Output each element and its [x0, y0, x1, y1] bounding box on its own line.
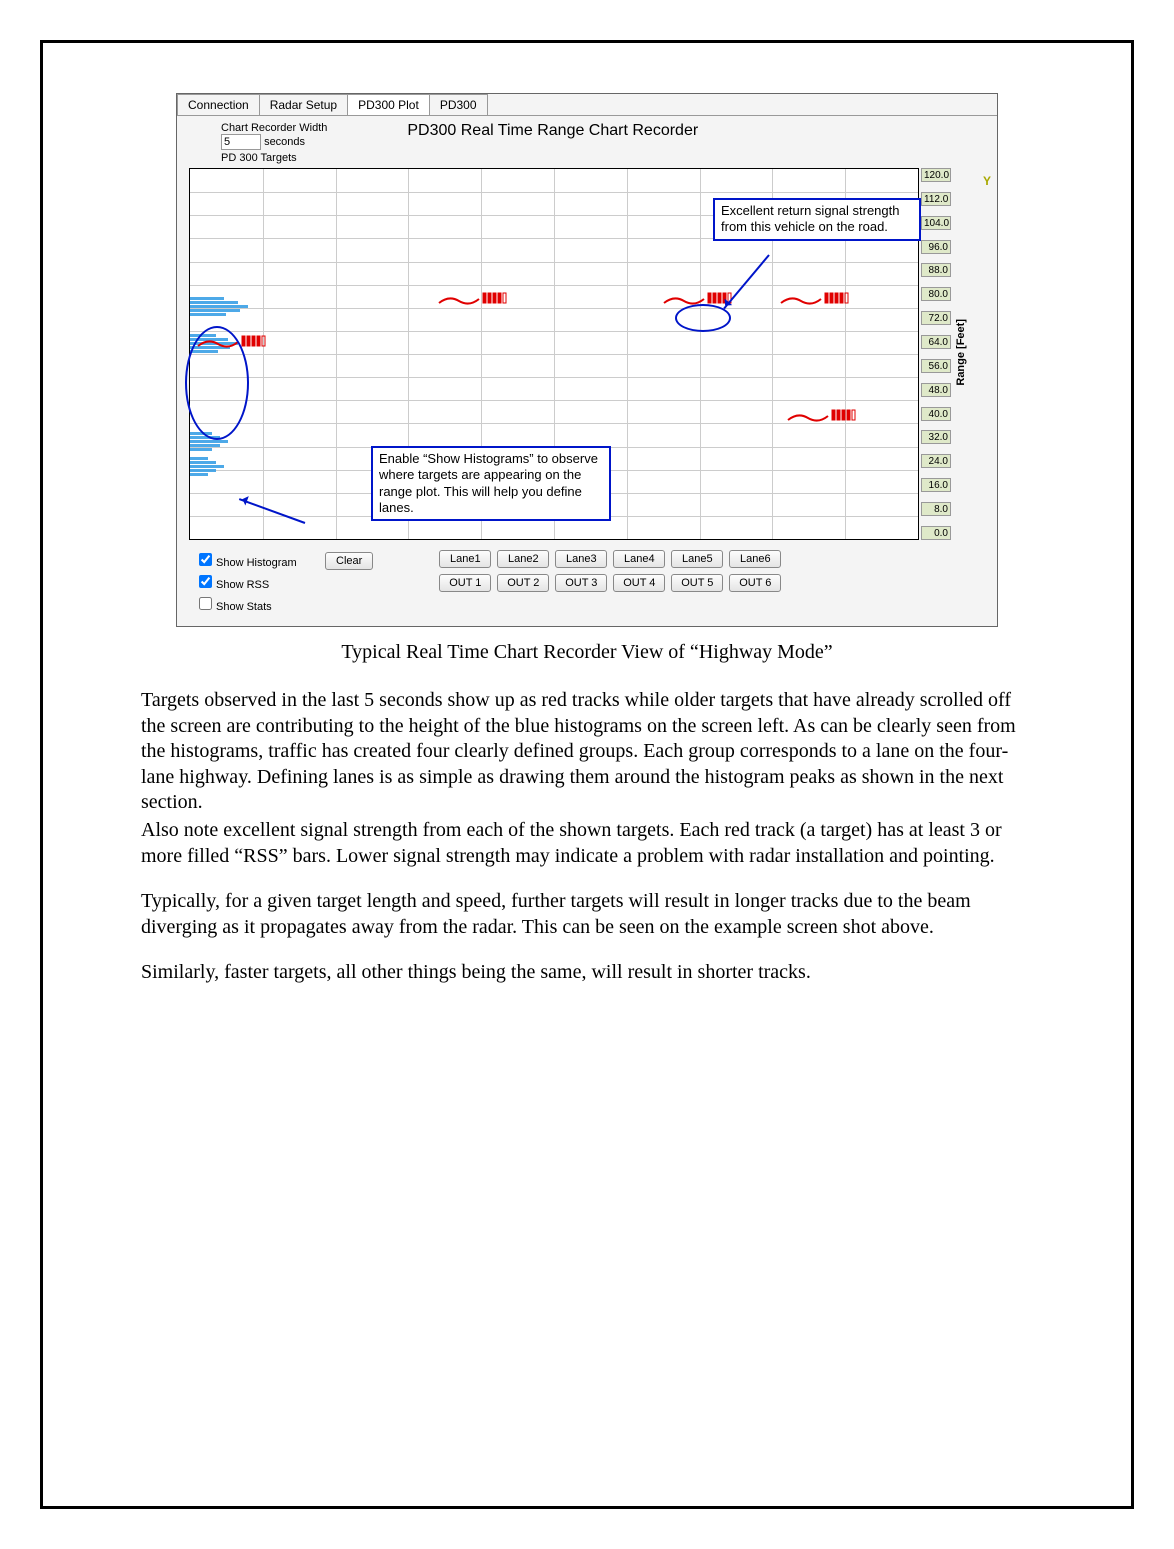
y-tick: 104.0 — [921, 216, 951, 230]
chart-width-input[interactable] — [221, 134, 261, 150]
tab-content: Chart Recorder Width seconds PD 300 Targ… — [177, 116, 997, 626]
y-tick: 120.0 — [921, 168, 951, 182]
target-track — [779, 289, 859, 309]
lane-button[interactable]: Lane6 — [729, 550, 781, 568]
figure-caption: Typical Real Time Chart Recorder View of… — [103, 641, 1071, 664]
check-show-stats-box[interactable] — [199, 597, 212, 610]
chart-width-unit: seconds — [264, 136, 305, 148]
lane-button-group: Lane1Lane2Lane3Lane4Lane5Lane6 OUT 1OUT … — [439, 550, 781, 592]
check-show-stats-label: Show Stats — [216, 601, 272, 613]
histogram-bar — [190, 440, 228, 443]
annotation-ellipse-histograms — [185, 326, 249, 440]
chart-width-group: Chart Recorder Width seconds PD 300 Targ… — [221, 122, 327, 164]
callout-show-histograms: Enable “Show Histograms” to observe wher… — [371, 446, 611, 521]
y-letter: Y — [983, 174, 991, 188]
histogram-bar — [190, 305, 248, 308]
target-track — [437, 289, 517, 309]
chart-width-label: Chart Recorder Width — [221, 122, 327, 134]
chart-title: PD300 Real Time Range Chart Recorder — [407, 122, 698, 140]
out-button[interactable]: OUT 4 — [613, 574, 665, 592]
clear-button[interactable]: Clear — [325, 552, 373, 570]
y-tick: 80.0 — [921, 287, 951, 301]
histogram-bar — [190, 309, 240, 312]
y-tick: 64.0 — [921, 335, 951, 349]
y-tick: 88.0 — [921, 263, 951, 277]
y-tick: 24.0 — [921, 454, 951, 468]
checkbox-column: Show Histogram Show RSS Show Stats — [195, 550, 325, 616]
out-button[interactable]: OUT 3 — [555, 574, 607, 592]
out-row: OUT 1 OUT 2 OUT 3 OUT 4 OUT 5 OUT 6 — [439, 574, 781, 592]
callout-signal-strength: Excellent return signal strength from th… — [713, 198, 921, 241]
tab-strip: Connection Radar Setup PD300 Plot PD300 — [177, 94, 997, 116]
histogram-bar — [190, 465, 224, 468]
histogram-bar — [190, 469, 216, 472]
lane-button[interactable]: Lane3 — [555, 550, 607, 568]
histogram-bar — [190, 313, 226, 316]
tab-radar-setup[interactable]: Radar Setup — [259, 94, 348, 115]
lane-button[interactable]: Lane5 — [671, 550, 723, 568]
body-paragraph-3: Typically, for a given target length and… — [141, 889, 1033, 940]
y-tick: 8.0 — [921, 502, 951, 516]
tab-pd300[interactable]: PD300 — [429, 94, 488, 115]
check-show-rss-label: Show RSS — [216, 579, 269, 591]
histogram-bar — [190, 461, 216, 464]
y-tick: 0.0 — [921, 526, 951, 540]
out-button[interactable]: OUT 5 — [671, 574, 723, 592]
histogram-bar — [190, 297, 224, 300]
lane-button[interactable]: Lane1 — [439, 550, 491, 568]
check-show-histogram-box[interactable] — [199, 553, 212, 566]
target-track — [786, 406, 866, 426]
lane-button[interactable]: Lane2 — [497, 550, 549, 568]
body-paragraph-4: Similarly, faster targets, all other thi… — [141, 960, 1033, 986]
lane-button[interactable]: Lane4 — [613, 550, 665, 568]
y-tick: 96.0 — [921, 240, 951, 254]
y-axis-label: Range [Feet] — [955, 319, 967, 386]
document-page: Connection Radar Setup PD300 Plot PD300 … — [40, 40, 1134, 1509]
histogram-bar — [190, 473, 208, 476]
y-tick-column: 120.0 112.0 104.0 96.0 88.0 80.0 72.0 64.0 56.0 4… — [921, 168, 951, 540]
y-tick: 16.0 — [921, 478, 951, 492]
y-tick: 56.0 — [921, 359, 951, 373]
out-button[interactable]: OUT 6 — [729, 574, 781, 592]
check-show-histogram[interactable]: Show Histogram — [195, 550, 325, 572]
histogram-bar — [190, 444, 220, 447]
tab-connection[interactable]: Connection — [177, 94, 260, 115]
tab-pd300-plot[interactable]: PD300 Plot — [347, 94, 430, 115]
y-tick: 40.0 — [921, 407, 951, 421]
body-paragraph-2: Also note excellent signal strength from… — [141, 818, 1033, 869]
check-show-rss[interactable]: Show RSS — [195, 572, 325, 594]
body-paragraph-1: Targets observed in the last 5 seconds s… — [141, 688, 1033, 816]
y-tick: 72.0 — [921, 311, 951, 325]
check-show-stats[interactable]: Show Stats — [195, 594, 325, 616]
check-show-rss-box[interactable] — [199, 575, 212, 588]
check-show-histogram-label: Show Histogram — [216, 557, 297, 569]
histogram-bar — [190, 301, 238, 304]
out-button[interactable]: OUT 2 — [497, 574, 549, 592]
app-window: Connection Radar Setup PD300 Plot PD300 … — [176, 93, 998, 627]
targets-label: PD 300 Targets — [221, 152, 327, 164]
y-tick: 32.0 — [921, 430, 951, 444]
histogram-bar — [190, 457, 208, 460]
out-button[interactable]: OUT 1 — [439, 574, 491, 592]
y-tick: 112.0 — [921, 192, 951, 206]
histogram-bar — [190, 448, 212, 451]
y-tick: 48.0 — [921, 383, 951, 397]
lane-row: Lane1 Lane2 Lane3 Lane4 Lane5 Lane6 — [439, 550, 781, 568]
